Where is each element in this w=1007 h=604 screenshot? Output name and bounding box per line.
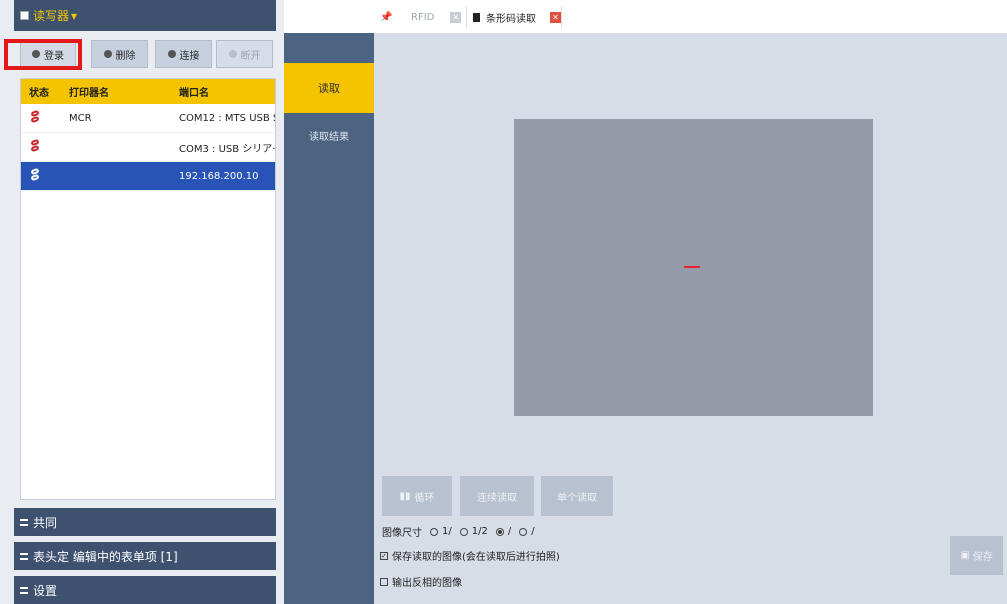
document-tab-bar: 📌 RFID ✕ 条形码读取 ✕ — [374, 0, 1007, 33]
link-icon — [167, 50, 176, 58]
tags-section-header[interactable]: 表头定 编辑中的表单项 [1] — [14, 542, 276, 570]
disconnect-button[interactable]: 断开 — [216, 40, 273, 68]
chevron-down-icon: ▾ — [71, 8, 78, 23]
column-printer-name[interactable]: 打印器名 — [61, 84, 171, 99]
tab-rfid-label: RFID — [411, 11, 435, 23]
add-label: 登录 — [44, 50, 64, 62]
checkbox[interactable] — [380, 577, 388, 586]
size-option-label: / — [507, 526, 512, 537]
disconnected-icon — [29, 139, 41, 153]
port-name-cell: COM3 : USB シリア··· — [179, 143, 275, 155]
tab-barcode[interactable]: 条形码读取 ✕ — [466, 6, 562, 28]
list-icon — [20, 518, 28, 526]
image-size-label: 图像尺寸 — [382, 528, 422, 539]
size-radio[interactable] — [519, 527, 528, 536]
reader-section-header[interactable]: 读写器 ▾ — [14, 0, 276, 31]
settings-icon — [20, 586, 28, 594]
main-area: ▮▮ 循环 连续读取 单个读取 图像尺寸 1/ 1/2 / / ✓ 保存读取的图… — [374, 33, 1007, 604]
continuous-read-button[interactable]: 连续读取 — [460, 476, 534, 516]
save-icon: ▣ — [960, 550, 970, 561]
camera-preview — [514, 119, 873, 416]
connect-button[interactable]: 连接 — [155, 40, 212, 68]
port-name-cell: 192.168.200.10 — [179, 170, 259, 182]
disconnected-icon — [29, 110, 41, 124]
connect-label: 连接 — [179, 50, 200, 62]
invert-image-option[interactable]: 输出反相的图像 — [380, 574, 462, 589]
tags-section-label: 表头定 编辑中的表单项 [1] — [33, 549, 178, 564]
shared-section-header[interactable]: 共同 — [14, 508, 276, 536]
vertical-tab-strip: 读取 读取结果 — [284, 33, 374, 604]
continuous-label: 连续读取 — [477, 492, 517, 504]
shared-section-label: 共同 — [33, 515, 58, 530]
status-cell — [21, 139, 61, 156]
save-image-option[interactable]: ✓ 保存读取的图像(会在读取后进行拍照) — [380, 548, 560, 563]
save-label: 保存 — [972, 552, 993, 563]
table-row[interactable]: COM3 : USB シリア··· — [21, 133, 275, 162]
add-button[interactable]: 登录 — [20, 40, 76, 68]
size-radio[interactable] — [430, 527, 438, 536]
close-icon[interactable]: ✕ — [550, 11, 561, 23]
loop-button[interactable]: ▮▮ 循环 — [382, 476, 452, 516]
size-radio[interactable] — [459, 527, 468, 536]
play-icon: ▮▮ — [399, 490, 411, 502]
status-cell — [21, 110, 61, 127]
settings-section-label: 设置 — [33, 583, 58, 598]
invert-image-label: 输出反相的图像 — [392, 578, 462, 589]
delete-label: 删除 — [115, 50, 136, 62]
size-option-label: 1/2 — [471, 526, 488, 537]
tab-rfid[interactable]: RFID ✕ — [411, 6, 462, 28]
table-row[interactable]: 192.168.200.10 — [21, 162, 275, 191]
tab-barcode-label: 条形码读取 — [486, 13, 536, 25]
reader-icon — [20, 11, 29, 20]
table-header: 状态 打印器名 端口名 — [21, 79, 275, 104]
single-label: 单个读取 — [557, 492, 597, 504]
plus-icon — [32, 50, 40, 58]
disconnect-label: 断开 — [240, 50, 261, 62]
table-row[interactable]: MCR COM12 : MTS USB S··· — [21, 104, 275, 133]
size-radio-selected[interactable] — [495, 527, 504, 536]
column-status[interactable]: 状态 — [21, 84, 61, 99]
unlink-icon — [228, 50, 237, 58]
vtab-read[interactable]: 读取 — [284, 63, 374, 113]
reader-table: 状态 打印器名 端口名 MCR COM12 : MTS USB S··· COM… — [20, 78, 276, 500]
pin-icon[interactable]: 📌 — [380, 6, 392, 28]
save-image-label: 保存读取的图像(会在读取后进行拍照) — [392, 552, 560, 563]
loop-label: 循环 — [414, 492, 435, 504]
reader-toolbar: 登录 删除 连接 断开 — [14, 37, 276, 69]
minus-icon — [103, 50, 112, 58]
column-port-name[interactable]: 端口名 — [171, 84, 275, 99]
crosshair-marker — [684, 266, 700, 268]
status-cell — [21, 168, 61, 185]
reader-section-label: 读写器 — [33, 9, 70, 23]
checkbox-checked[interactable]: ✓ — [380, 551, 388, 560]
disconnected-icon — [29, 168, 41, 182]
size-option-label: 1/ — [442, 526, 452, 537]
settings-section-header[interactable]: 设置 — [14, 576, 276, 604]
printer-name-cell: MCR — [69, 112, 92, 124]
reader-panel: 读写器 ▾ 登录 删除 连接 断开 状态 打印器名 端口名 MCR COM12 … — [0, 0, 284, 604]
list-icon — [20, 552, 28, 560]
size-option-label: / — [531, 526, 535, 537]
image-size-row: 图像尺寸 1/ 1/2 / / — [382, 524, 535, 539]
single-read-button[interactable]: 单个读取 — [541, 476, 613, 516]
save-button[interactable]: ▣ 保存 — [950, 536, 1003, 575]
port-name-cell: COM12 : MTS USB S··· — [179, 112, 275, 124]
close-icon[interactable]: ✕ — [450, 11, 462, 23]
delete-button[interactable]: 删除 — [91, 40, 148, 68]
vtab-results[interactable]: 读取结果 — [284, 128, 374, 143]
camera-icon — [473, 12, 480, 22]
